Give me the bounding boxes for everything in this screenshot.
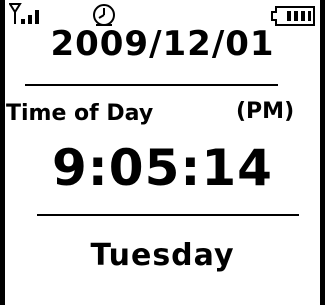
- time-divider: [37, 214, 299, 216]
- date-display: 2009/12/01: [50, 24, 275, 64]
- time-display: 9:05:14: [52, 139, 273, 197]
- weekday-display: Tuesday: [90, 238, 235, 273]
- date-underline: [25, 84, 278, 86]
- signal-antenna-icon: [9, 3, 39, 24]
- am-pm-indicator: (PM): [236, 99, 295, 124]
- time-of-day-label: Time of Day: [6, 101, 154, 126]
- battery-icon: [271, 6, 315, 26]
- phone-clock-screen: 2009/12/01 Time of Day (PM) 9:05:14 Tues…: [0, 0, 325, 305]
